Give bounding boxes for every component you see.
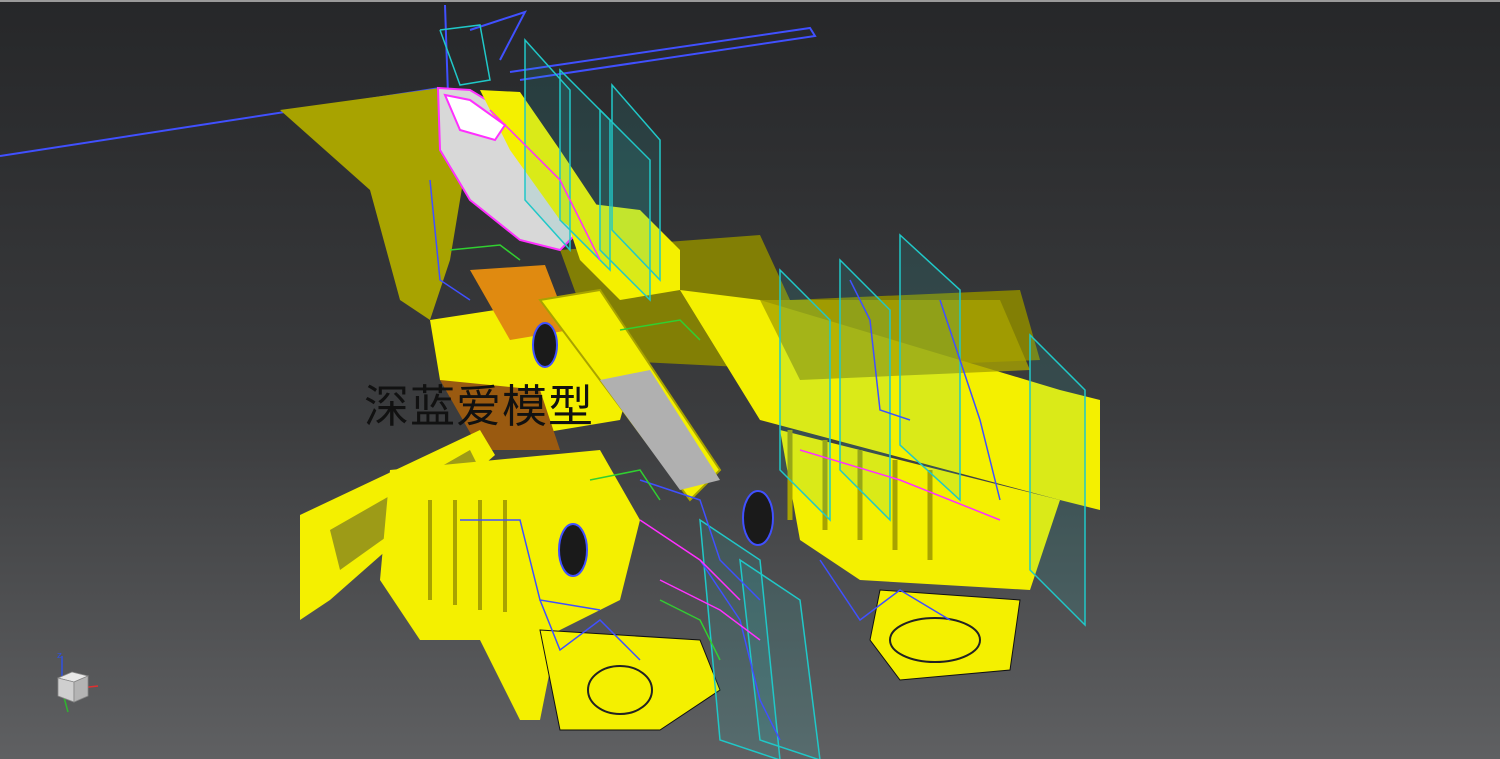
3d-viewport[interactable]: 深蓝爱模型 z	[0, 0, 1500, 759]
mast-strut	[469, 10, 528, 61]
cube-left-face	[57, 677, 75, 703]
wheel-left	[558, 523, 588, 577]
grey-duct	[600, 370, 720, 490]
wheel-upper	[532, 322, 558, 368]
left-fin	[460, 600, 560, 720]
z-axis-label: z	[57, 651, 62, 661]
bottom-cylinder	[587, 665, 653, 715]
rotor-blade	[509, 26, 817, 81]
model-scene[interactable]	[0, 0, 1500, 759]
view-cube[interactable]: z	[40, 648, 110, 718]
watermark-text: 深蓝爱模型	[364, 380, 595, 433]
right-cylinder	[889, 617, 981, 663]
wheel-right	[742, 490, 774, 546]
